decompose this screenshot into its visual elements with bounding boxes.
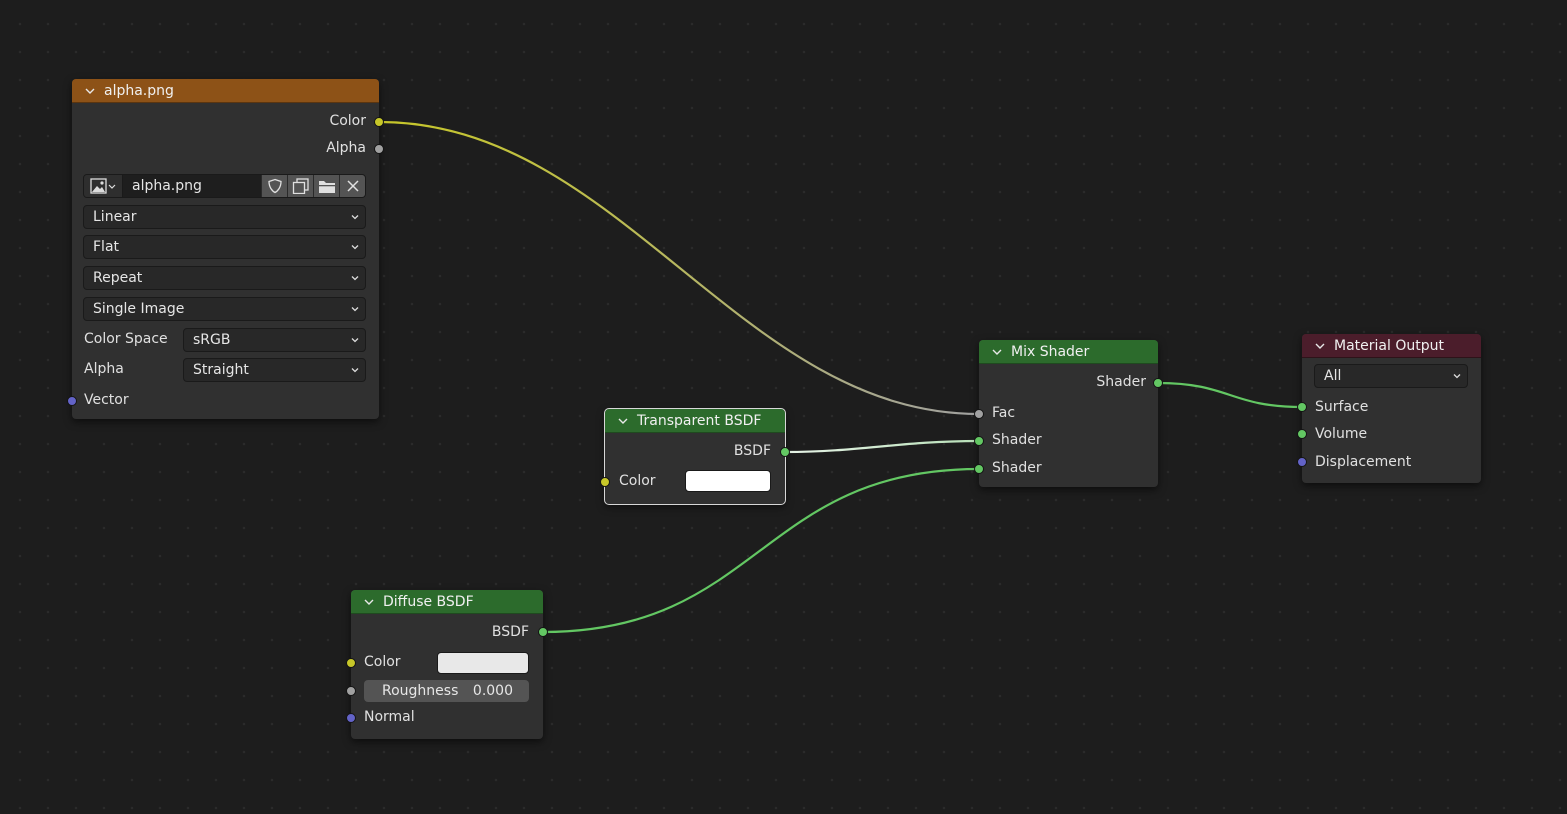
image-texture-header[interactable]: alpha.png: [72, 79, 379, 103]
input-color-label: Color: [619, 473, 656, 489]
diffuse-normal-input-socket[interactable]: [346, 713, 356, 723]
color-space-label: Color Space: [84, 331, 168, 347]
chevron-down-icon: [351, 307, 359, 312]
output-volume-input-socket[interactable]: [1297, 429, 1307, 439]
mix-shader1-input-socket[interactable]: [974, 436, 984, 446]
link-mix-to-surface: [1157, 381, 1303, 409]
close-icon: [346, 180, 359, 192]
extension-dropdown[interactable]: Repeat: [83, 266, 366, 290]
transparent-bsdf-header[interactable]: Transparent BSDF: [605, 409, 785, 433]
material-output-node[interactable]: Material Output All Surface Volume Displ…: [1302, 334, 1481, 483]
output-alpha-label: Alpha: [326, 140, 366, 156]
collapse-chevron-icon[interactable]: [617, 415, 631, 427]
projection-dropdown[interactable]: Flat: [83, 235, 366, 259]
color-space-value: sRGB: [193, 332, 231, 348]
collapse-chevron-icon[interactable]: [991, 346, 1005, 358]
image-selector[interactable]: alpha.png: [83, 174, 366, 198]
duplicate-icon: [292, 178, 309, 194]
alpha-mode-dropdown[interactable]: Straight: [183, 358, 366, 382]
color-swatch[interactable]: [685, 470, 771, 492]
mix-shader-header[interactable]: Mix Shader: [979, 340, 1158, 364]
color-swatch[interactable]: [437, 652, 529, 674]
roughness-label: Roughness: [382, 683, 459, 699]
node-title: Material Output: [1334, 337, 1444, 354]
target-value: All: [1324, 368, 1342, 384]
collapse-chevron-icon[interactable]: [1314, 340, 1328, 352]
output-displacement-input-socket[interactable]: [1297, 457, 1307, 467]
output-bsdf-label: BSDF: [491, 624, 529, 640]
diffuse-color-input-socket[interactable]: [346, 658, 356, 668]
diffuse-roughness-input-socket[interactable]: [346, 686, 356, 696]
node-title: alpha.png: [104, 82, 174, 99]
interpolation-dropdown[interactable]: Linear: [83, 205, 366, 229]
unlink-image-button[interactable]: [339, 175, 365, 197]
chevron-down-icon: [351, 338, 359, 343]
chevron-down-icon: [351, 215, 359, 220]
diffuse-bsdf-header[interactable]: Diffuse BSDF: [351, 590, 543, 614]
roughness-value: 0.000: [472, 683, 513, 699]
mix-fac-input-socket[interactable]: [974, 409, 984, 419]
image-color-output-socket[interactable]: [374, 117, 384, 127]
shield-icon: [267, 178, 282, 194]
mix-shader2-input-socket[interactable]: [974, 464, 984, 474]
material-output-header[interactable]: Material Output: [1302, 334, 1481, 358]
chevron-down-icon: [1453, 374, 1461, 379]
chevron-down-icon: [351, 368, 359, 373]
image-vector-input-socket[interactable]: [67, 396, 77, 406]
transparent-bsdf-node[interactable]: Transparent BSDF BSDF Color: [604, 408, 786, 505]
fake-user-button[interactable]: [261, 175, 287, 197]
target-dropdown[interactable]: All: [1314, 364, 1468, 388]
node-title: Mix Shader: [1011, 343, 1090, 360]
image-icon: [90, 178, 116, 194]
mix-shader-node[interactable]: Mix Shader Shader Fac Shader Shader: [979, 340, 1158, 487]
input-normal-label: Normal: [364, 709, 415, 725]
duplicate-image-button[interactable]: [287, 175, 313, 197]
collapse-chevron-icon[interactable]: [363, 596, 377, 608]
link-color-to-fac: [378, 120, 980, 416]
chevron-down-icon: [351, 245, 359, 250]
output-shader-label: Shader: [1096, 374, 1146, 390]
mix-shader-output-socket[interactable]: [1153, 378, 1163, 388]
image-alpha-output-socket[interactable]: [374, 144, 384, 154]
node-title: Transparent BSDF: [637, 412, 762, 429]
chevron-down-icon: [351, 276, 359, 281]
color-space-dropdown[interactable]: sRGB: [183, 328, 366, 352]
input-volume-label: Volume: [1315, 426, 1368, 442]
alpha-mode-label: Alpha: [84, 361, 124, 377]
input-shader-2-label: Shader: [992, 460, 1042, 476]
link-transparent-to-shader1: [784, 439, 980, 454]
extension-value: Repeat: [93, 270, 143, 286]
input-color-label: Color: [364, 654, 401, 670]
input-surface-label: Surface: [1315, 399, 1369, 415]
output-bsdf-label: BSDF: [733, 443, 771, 459]
alpha-mode-value: Straight: [193, 362, 249, 378]
input-vector-label: Vector: [84, 392, 129, 408]
input-shader-1-label: Shader: [992, 432, 1042, 448]
roughness-slider[interactable]: Roughness 0.000: [364, 680, 529, 702]
folder-icon: [318, 181, 335, 193]
image-texture-node[interactable]: alpha.png Color Alpha alpha.png Linear F…: [72, 79, 379, 419]
transparent-bsdf-output-socket[interactable]: [780, 447, 790, 457]
diffuse-bsdf-node[interactable]: Diffuse BSDF BSDF Color Roughness 0.000 …: [351, 590, 543, 739]
open-image-button[interactable]: [313, 175, 339, 197]
projection-value: Flat: [93, 239, 120, 255]
input-fac-label: Fac: [992, 405, 1016, 421]
collapse-chevron-icon[interactable]: [84, 85, 98, 97]
image-name-field[interactable]: alpha.png: [123, 175, 261, 197]
interpolation-value: Linear: [93, 209, 137, 225]
source-dropdown[interactable]: Single Image: [83, 297, 366, 321]
transparent-color-input-socket[interactable]: [600, 477, 610, 487]
browse-image-button[interactable]: [84, 175, 123, 197]
node-title: Diffuse BSDF: [383, 593, 474, 610]
input-displacement-label: Displacement: [1315, 454, 1412, 470]
output-surface-input-socket[interactable]: [1297, 402, 1307, 412]
output-color-label: Color: [329, 113, 366, 129]
diffuse-bsdf-output-socket[interactable]: [538, 627, 548, 637]
source-value: Single Image: [93, 301, 185, 317]
